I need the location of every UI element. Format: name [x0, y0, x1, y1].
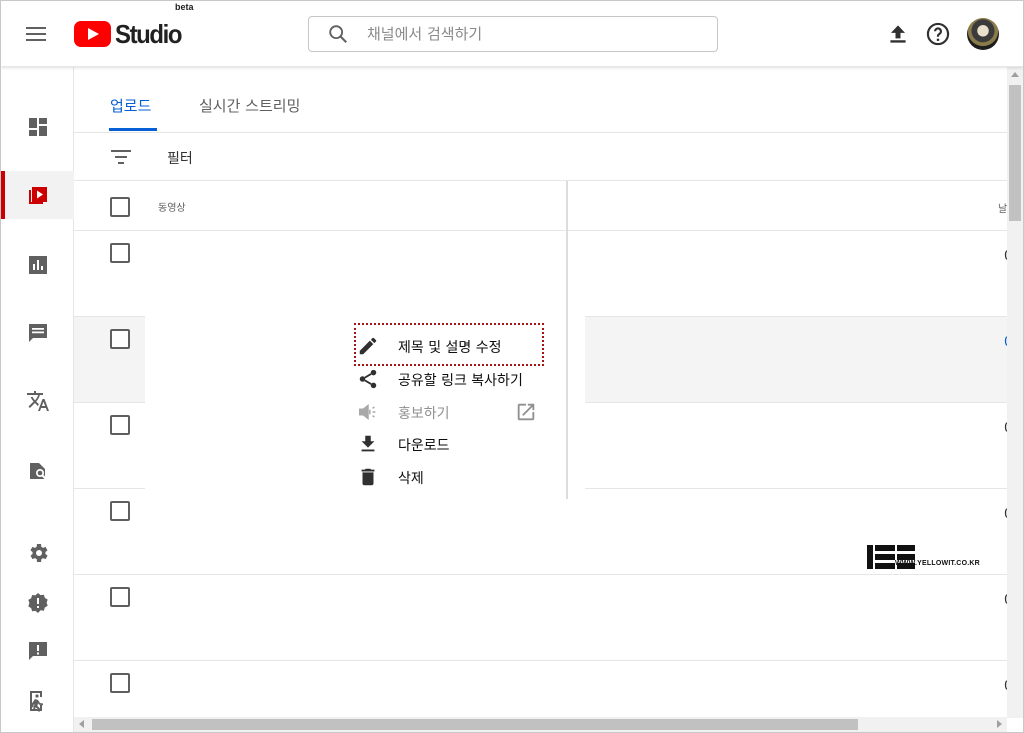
row-checkbox[interactable] [110, 673, 130, 693]
column-header-video[interactable]: 동영상 [158, 199, 186, 214]
sidebar-item-feedback[interactable] [1, 627, 74, 675]
menu-item-edit-title[interactable]: 제목 및 설명 수정 [339, 329, 569, 362]
watermark-text: WWW.YELLOWIT.CO.KR [895, 560, 980, 567]
videos-icon [28, 187, 47, 204]
sidebar-item-videos[interactable] [1, 171, 74, 219]
scroll-left-arrow-icon[interactable] [79, 720, 84, 728]
search-input[interactable] [367, 25, 697, 43]
menu-item-label: 다운로드 [398, 438, 450, 454]
tab-uploads[interactable]: 업로드 [110, 95, 151, 116]
alert-icon [27, 593, 48, 613]
scroll-up-arrow-icon[interactable] [1011, 72, 1019, 77]
table-row[interactable]: 0 [74, 661, 1007, 718]
settings-icon [29, 544, 48, 562]
feedback-icon [28, 642, 47, 660]
filter-label[interactable]: 필터 [167, 148, 193, 168]
column-header-partial: 날 [998, 204, 1007, 215]
menu-item-label: 홍보하기 [398, 406, 450, 422]
horizontal-scroll-thumb[interactable] [92, 719, 858, 730]
vertical-scroll-thumb[interactable] [1009, 85, 1021, 221]
table-header: 동영상 날 [74, 181, 1007, 231]
sidebar-item-dashboard[interactable] [1, 103, 74, 151]
sidebar-item-settings[interactable] [1, 529, 74, 577]
sidebar-item-analytics[interactable] [1, 241, 74, 289]
sidebar-item-comments[interactable] [1, 309, 74, 357]
menu-divider [566, 321, 568, 499]
redacted-area [145, 231, 585, 317]
share-icon [359, 369, 377, 389]
menu-item-delete[interactable]: 삭제 [339, 460, 569, 493]
filter-bar: 필터 [74, 133, 1007, 181]
vertical-scrollbar[interactable] [1007, 67, 1023, 718]
hamburger-menu-icon[interactable] [26, 23, 50, 45]
select-all-checkbox[interactable] [110, 197, 130, 217]
avatar[interactable] [967, 18, 999, 50]
analytics-icon [28, 256, 47, 274]
translate-icon [26, 391, 49, 411]
upload-icon[interactable] [885, 21, 911, 47]
row-checkbox[interactable] [110, 587, 130, 607]
left-sidebar [1, 67, 74, 732]
menu-item-copy-share-link[interactable]: 공유할 링크 복사하기 [339, 362, 569, 395]
logo-text: Studio [115, 19, 183, 49]
row-checkbox[interactable] [110, 243, 130, 263]
top-header: Studio beta [1, 1, 1023, 67]
context-menu: 제목 및 설명 수정 공유할 링크 복사하기 홍보하기 다운로드 삭제 [339, 321, 569, 499]
sidebar-item-exit[interactable] [1, 677, 74, 725]
row-checkbox[interactable] [110, 415, 130, 435]
external-link-icon[interactable] [515, 401, 537, 423]
menu-item-label: 제목 및 설명 수정 [398, 340, 502, 356]
watermark: WWW.YELLOWIT.CO.KR [867, 545, 987, 573]
search-icon[interactable] [327, 23, 349, 45]
scroll-right-arrow-icon[interactable] [997, 720, 1002, 728]
pencil-icon [359, 337, 377, 355]
row-checkbox[interactable] [110, 501, 130, 521]
menu-item-download[interactable]: 다운로드 [339, 427, 569, 460]
logo-beta-badge: beta [175, 2, 194, 12]
sidebar-item-alerts[interactable] [1, 579, 74, 627]
menu-item-label: 공유할 링크 복사하기 [398, 373, 523, 389]
menu-item-promote[interactable]: 홍보하기 [339, 395, 569, 428]
dashboard-icon [28, 118, 47, 136]
active-tab-indicator [109, 128, 157, 131]
tab-live-streaming[interactable]: 실시간 스트리밍 [199, 95, 300, 116]
row-checkbox[interactable] [110, 329, 130, 349]
tab-bar: 업로드 실시간 스트리밍 [74, 67, 1007, 133]
trash-icon [361, 468, 375, 486]
help-icon[interactable] [925, 21, 951, 47]
megaphone-icon [359, 404, 376, 420]
youtube-play-icon [74, 21, 111, 47]
download-icon [361, 435, 375, 452]
sidebar-item-translations[interactable] [1, 377, 74, 425]
table-row[interactable]: 0 [74, 575, 1007, 661]
sidebar-item-copyright[interactable] [1, 447, 74, 495]
menu-item-label: 삭제 [398, 471, 424, 487]
copyright-icon [29, 463, 47, 480]
filter-icon[interactable] [110, 147, 132, 167]
horizontal-scrollbar[interactable] [74, 717, 1007, 732]
search-box[interactable] [308, 16, 718, 52]
studio-logo[interactable]: Studio [74, 18, 187, 50]
comments-icon [28, 324, 47, 342]
app-window: Studio beta 채널에서 검색하기 업로드 실시간 스트리밍 필터 동영… [0, 0, 1024, 733]
exit-icon [29, 691, 43, 712]
